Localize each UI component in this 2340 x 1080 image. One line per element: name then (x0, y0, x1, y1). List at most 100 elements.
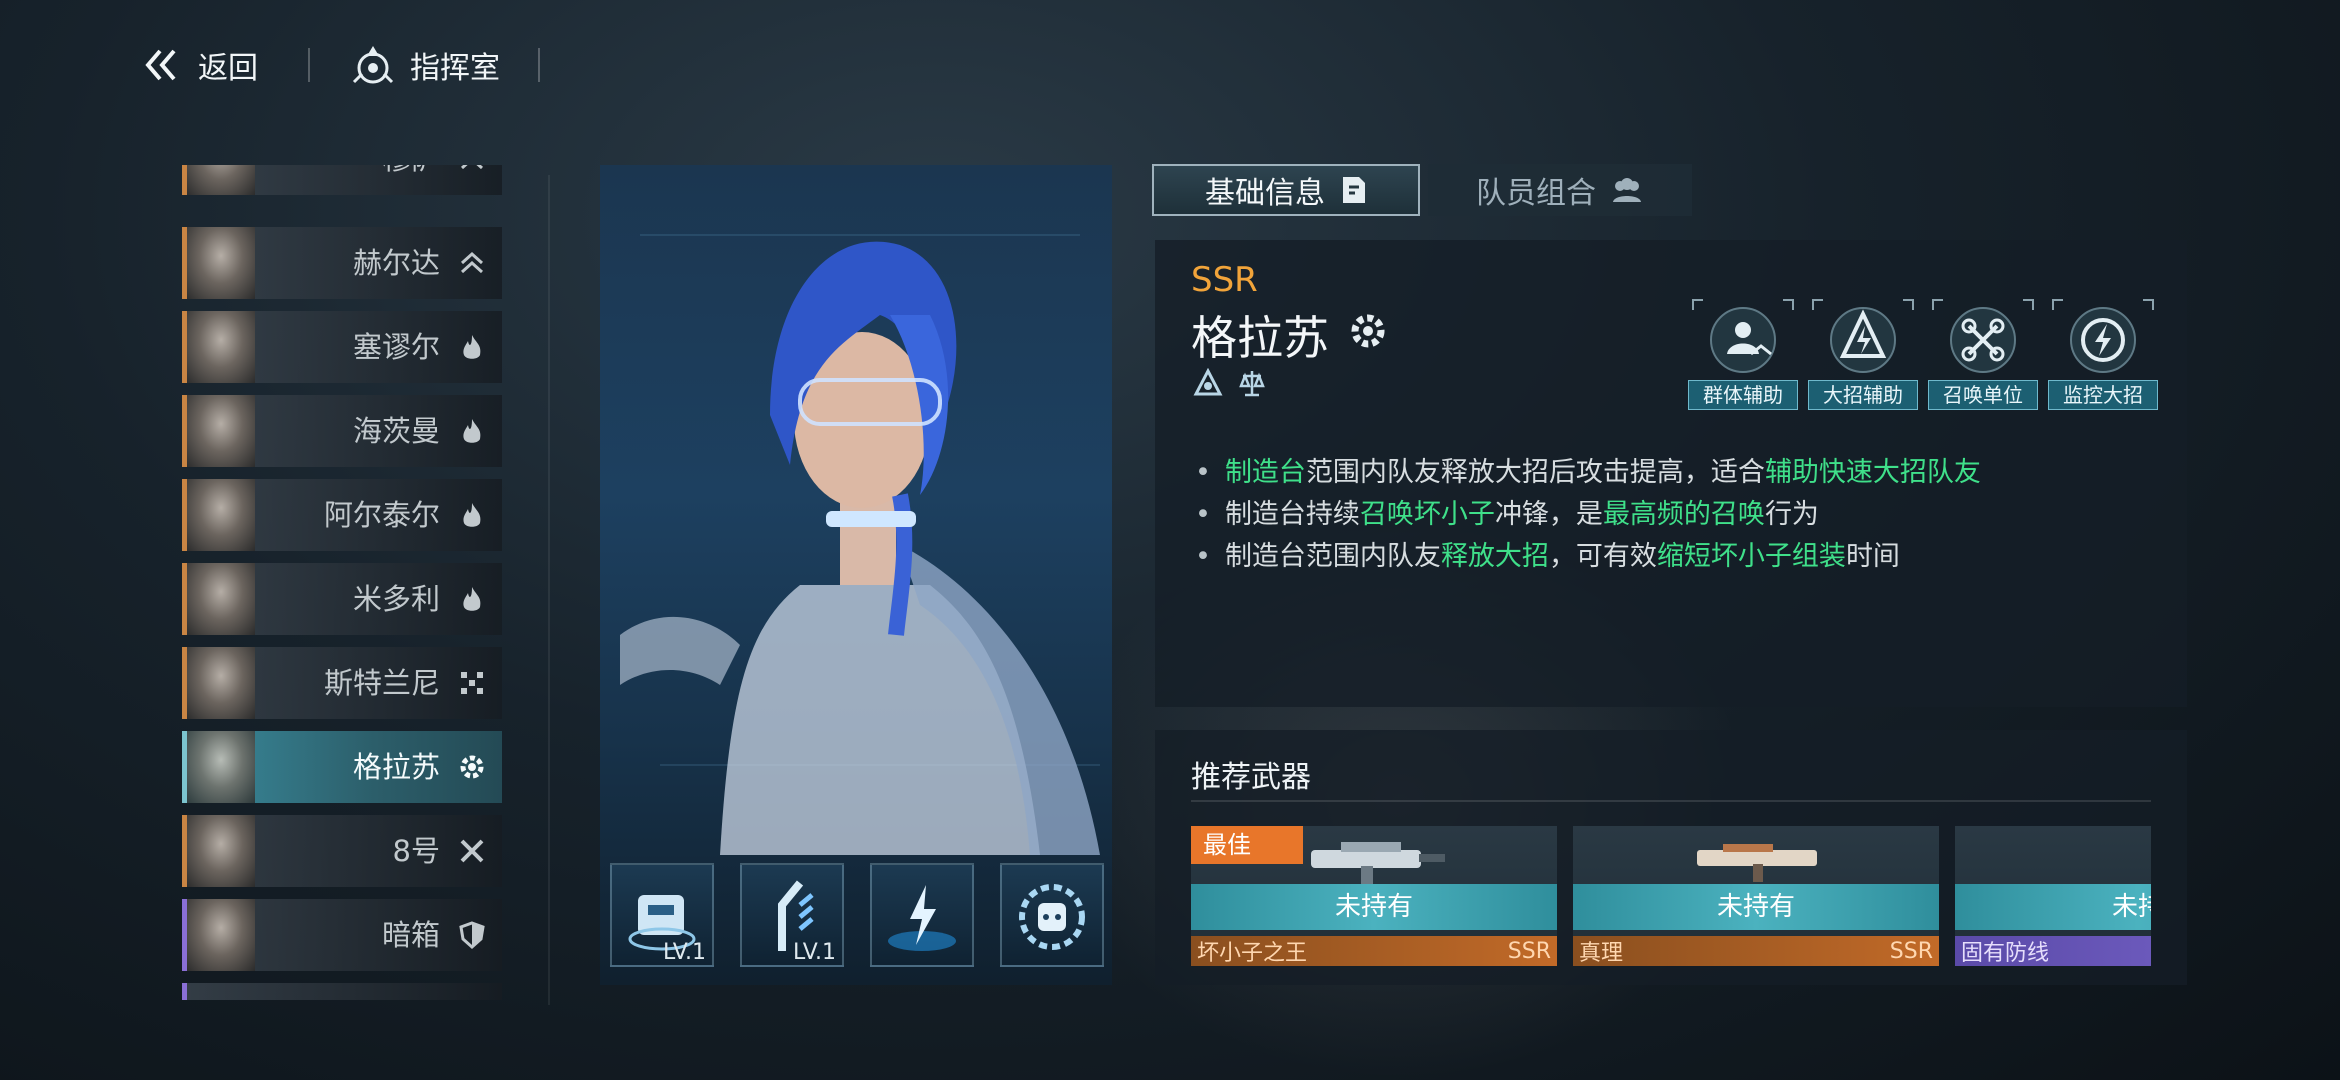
divider (308, 48, 310, 82)
tab-basic-info[interactable]: 基础信息 (1152, 164, 1420, 216)
character-name-title: 格拉苏 (1191, 311, 1329, 365)
chevron-up-icon (460, 251, 484, 274)
divider (1191, 800, 2151, 802)
role-tags: 群体辅助 大招辅助 召唤单位 监控大招 (1687, 296, 2159, 410)
character-list-item[interactable]: 海茨曼 (182, 395, 502, 467)
skill-slot[interactable]: LV.1 (610, 863, 714, 967)
attribute-icons (1193, 368, 1267, 398)
role-tag: 群体辅助 (1687, 296, 1799, 410)
lightning-skill-icon (888, 885, 956, 951)
command-room-label: 指挥室 (410, 51, 500, 86)
weapon-rarity: SSR (1507, 938, 1551, 964)
top-bar: 返回 指挥室 (140, 40, 540, 90)
character-portrait-thumb (187, 395, 255, 467)
character-list-item[interactable]: 暗箱 (182, 899, 502, 971)
flame-icon (463, 503, 481, 527)
ultimate-support-icon (1812, 299, 1914, 373)
skill-row: LV.1 LV.1 (610, 863, 1104, 967)
description-line: • 制造台范围内队友释放大招后攻击提高，适合辅助快速大招队友 (1195, 457, 1981, 488)
weapon-rarity: SSR (1889, 938, 1933, 964)
chevron-up-icon (460, 165, 484, 170)
character-portrait-thumb (187, 899, 255, 971)
back-label: 返回 (198, 51, 258, 86)
ownership-status: 未持有 (1573, 884, 1939, 930)
divider (538, 48, 540, 82)
ownership-status: 未持 (1955, 884, 2151, 930)
weapon-info-bar: 固有防线 (1955, 936, 2151, 966)
skill-slot[interactable]: LV.1 (740, 863, 844, 967)
back-button[interactable]: 返回 (140, 43, 258, 87)
weapon-cards[interactable]: 最佳 未持有 坏小子之王 SSR 未持有 真理 SSR 未持 固有防线 (1191, 826, 2151, 976)
character-name: 穆萨 (382, 165, 440, 195)
character-list-item[interactable] (182, 983, 502, 1000)
weapon-name: 固有防线 (1961, 941, 2050, 966)
skill-level: LV.1 (662, 940, 706, 965)
description-line: • 制造台持续召唤坏小子冲锋，是最高频的召唤行为 (1195, 499, 1819, 530)
character-portrait-thumb (187, 647, 255, 719)
character-name: 斯特兰尼 (323, 666, 440, 700)
team-icon (1613, 178, 1641, 202)
character-list-item[interactable]: 米多利 (182, 563, 502, 635)
recommended-weapons-panel: 推荐武器 最佳 未持有 坏小子之王 SSR 未持有 真理 SSR 未持 固有防线 (1155, 730, 2187, 985)
summon-drone-icon (1932, 299, 2034, 373)
gear-drone-skill-icon (1019, 884, 1085, 950)
flame-icon (463, 587, 481, 611)
tab-basic-info-label: 基础信息 (1205, 176, 1325, 211)
character-list[interactable]: 穆萨 赫尔达 塞谬尔 海茨曼 阿尔泰尔 米多利 斯特兰尼 (182, 165, 502, 1000)
gear-icon (460, 755, 484, 779)
character-list-item[interactable]: 塞谬尔 (182, 311, 502, 383)
character-list-item[interactable]: 8号 (182, 815, 502, 887)
tab-team-combo-label: 队员组合 (1476, 176, 1596, 211)
character-info-panel: SSR 格拉苏 群体辅助 大招辅助 召唤单位 监控大招 • 制造台范围内队友释放… (1155, 240, 2187, 707)
command-room-icon (352, 46, 394, 84)
character-list-item-selected[interactable]: 格拉苏 (182, 731, 502, 803)
character-name: 海茨曼 (352, 414, 440, 448)
character-portrait-thumb (187, 479, 255, 551)
grid-icon (461, 672, 483, 694)
weapon-card[interactable]: 最佳 未持有 坏小子之王 SSR (1191, 826, 1557, 966)
tab-team-combo[interactable]: 队员组合 (1428, 164, 1692, 216)
command-room-breadcrumb[interactable]: 指挥室 (348, 40, 500, 90)
rarity-stripe (182, 983, 187, 1000)
red-weapon-icon (2065, 832, 2151, 888)
role-tag: 监控大招 (2047, 296, 2159, 410)
rifle-weapon-icon (1697, 844, 1817, 882)
character-artwork (620, 234, 1100, 855)
role-tag: 召唤单位 (1927, 296, 2039, 410)
gear-icon (1351, 314, 1385, 348)
character-list-item[interactable]: 斯特兰尼 (182, 647, 502, 719)
monitor-ultimate-icon (2052, 299, 2154, 373)
character-list-item[interactable]: 穆萨 (182, 165, 502, 195)
weapon-card[interactable]: 未持有 真理 SSR (1573, 826, 1939, 966)
character-description: • 制造台范围内队友释放大招后攻击提高，适合辅助快速大招队友 • 制造台持续召唤坏小… (1195, 452, 1981, 578)
ownership-status: 未持有 (1191, 884, 1557, 930)
character-portrait-thumb (187, 815, 255, 887)
skill-slot[interactable] (870, 863, 974, 967)
role-tag-label: 监控大招 (2048, 380, 2158, 410)
role-tag-label: 召唤单位 (1928, 380, 2038, 410)
character-portrait-thumb (187, 311, 255, 383)
weapon-card[interactable]: 未持 固有防线 (1955, 826, 2151, 966)
character-name: 格拉苏 (352, 750, 440, 784)
character-portrait-thumb (187, 227, 255, 299)
character-list-item[interactable]: 阿尔泰尔 (182, 479, 502, 551)
list-divider (548, 175, 550, 1005)
cross-tools-icon (460, 839, 484, 863)
skill-level: LV.1 (792, 940, 836, 965)
character-name: 塞谬尔 (352, 330, 440, 364)
document-icon (1343, 177, 1365, 203)
character-name: 阿尔泰尔 (323, 498, 440, 532)
weapon-name: 坏小子之王 (1197, 941, 1308, 966)
balance-scale-icon (1239, 371, 1265, 397)
weapon-info-bar: 坏小子之王 SSR (1191, 936, 1557, 966)
weapon-info-bar: 真理 SSR (1573, 936, 1939, 966)
character-list-item[interactable]: 赫尔达 (182, 227, 502, 299)
skill-slot[interactable] (1000, 863, 1104, 967)
role-tag-label: 群体辅助 (1688, 380, 1798, 410)
role-tag: 大招辅助 (1807, 296, 1919, 410)
rarity-label: SSR (1191, 260, 1258, 300)
smg-weapon-icon (1311, 842, 1445, 886)
description-line: • 制造台范围内队友释放大招，可有效缩短坏小子组装时间 (1195, 541, 1900, 572)
character-name: 米多利 (352, 582, 440, 616)
shield-icon (459, 921, 485, 950)
